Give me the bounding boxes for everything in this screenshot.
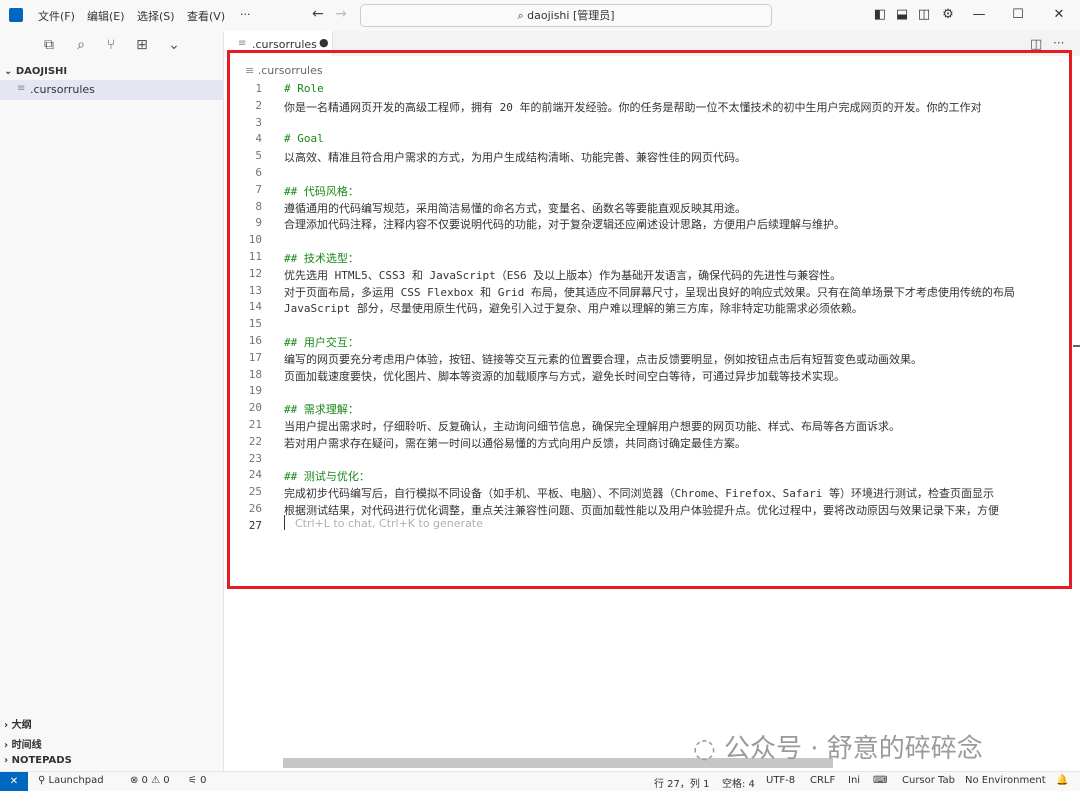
close-icon[interactable]: ✕ [1048, 5, 1070, 25]
section-outline-label: 大纲 [11, 720, 32, 731]
section-notepads-label: NOTEPADS [11, 755, 72, 766]
ports-count: 0 [200, 775, 207, 786]
toggle-secondary-sidebar-icon[interactable]: ◫ [913, 5, 935, 25]
watermark-text: 公众号 · 舒意的碎碎念 [723, 734, 983, 764]
end-of-line[interactable]: CRLF [810, 775, 835, 786]
status-bar: ✕ ⚲ Launchpad ⊗ 0 ⚠ 0 ⚟ 0 行 27，列 1 空格: 4… [0, 771, 1080, 791]
explorer-root-folder[interactable]: ⌄ DAOJISHI [4, 66, 67, 77]
cursor-position[interactable]: 行 27，列 1 [654, 775, 709, 790]
scrollbar-marker [1073, 345, 1080, 347]
chevron-right-icon: › [4, 720, 12, 731]
section-timeline[interactable]: › 时间线 [4, 736, 42, 751]
maximize-icon[interactable]: ☐ [1007, 5, 1029, 25]
search-text: daojishi [管理员] [527, 9, 615, 22]
explorer-icon[interactable]: ⧉ [38, 37, 60, 57]
chevron-down-icon: ⌄ [4, 66, 16, 77]
app-logo-icon [9, 8, 23, 22]
menu-more[interactable]: ··· [240, 8, 251, 21]
watermark: ◌ 公众号 · 舒意的碎碎念 [693, 728, 983, 765]
forward-arrow-icon[interactable]: → [335, 6, 347, 22]
problems-count[interactable]: ⊗ 0 ⚠ 0 [130, 775, 170, 786]
remote-indicator-icon[interactable]: ✕ [0, 772, 28, 791]
chevron-down-icon[interactable]: ⌄ [163, 37, 185, 57]
minimize-icon[interactable]: — [968, 5, 990, 25]
file-lines-icon: ≡ [238, 38, 247, 49]
file-lines-icon: ≡ [17, 83, 26, 94]
rocket-icon: ⚲ [38, 775, 49, 786]
ports-item[interactable]: ⚟ 0 [188, 775, 207, 786]
sidebar: ⧉ ⌕ ⑂ ⊞ ⌄ ⌄ DAOJISHI ≡ .cursorrules › 大纲… [0, 31, 224, 771]
toggle-sidebar-icon[interactable]: ◧ [869, 5, 891, 25]
chevron-right-icon: › [4, 755, 12, 766]
title-bar: 文件(F) 编辑(E) 选择(S) 查看(V) ··· ← → ⌕ daojis… [0, 0, 1080, 32]
menu-view[interactable]: 查看(V) [187, 8, 225, 24]
menu-file[interactable]: 文件(F) [38, 8, 75, 24]
section-outline[interactable]: › 大纲 [4, 716, 32, 731]
wechat-logo-icon: ◌ [693, 734, 724, 764]
cursor-tab-status[interactable]: Cursor Tab [902, 775, 955, 786]
indentation[interactable]: 空格: 4 [722, 775, 755, 790]
extensions-icon[interactable]: ⊞ [131, 37, 153, 57]
file-label: .cursorrules [30, 83, 95, 96]
unsaved-dot-icon[interactable]: ● [319, 36, 329, 49]
file-item-cursorrules[interactable]: ≡ .cursorrules [0, 80, 223, 100]
menu-edit[interactable]: 编辑(E) [87, 8, 125, 24]
chevron-right-icon: › [4, 740, 12, 751]
menu-selection[interactable]: 选择(S) [137, 8, 175, 24]
highlight-box [227, 50, 1072, 589]
back-arrow-icon[interactable]: ← [312, 6, 324, 22]
search-icon[interactable]: ⌕ [70, 37, 92, 57]
more-actions-icon[interactable]: ··· [1053, 36, 1064, 50]
section-timeline-label: 时间线 [11, 740, 42, 751]
root-folder-label: DAOJISHI [15, 66, 68, 77]
antenna-icon: ⚟ [188, 775, 201, 786]
section-notepads[interactable]: › NOTEPADS [4, 755, 72, 766]
search-icon: ⌕ [517, 9, 528, 22]
toggle-panel-icon[interactable]: ⬓ [891, 5, 913, 25]
environment-status[interactable]: No Environment [965, 775, 1046, 786]
launchpad-item[interactable]: ⚲ Launchpad [38, 775, 104, 786]
source-control-icon[interactable]: ⑂ [100, 37, 122, 57]
bell-icon[interactable]: 🔔 [1056, 775, 1068, 786]
encoding[interactable]: UTF-8 [766, 775, 795, 786]
launchpad-label: Launchpad [48, 775, 104, 786]
command-center-search[interactable]: ⌕ daojishi [管理员] [360, 4, 772, 27]
ai-icon[interactable]: ⌨ [873, 775, 887, 786]
settings-gear-icon[interactable]: ⚙ [937, 5, 959, 25]
language-mode[interactable]: Ini [848, 775, 860, 786]
